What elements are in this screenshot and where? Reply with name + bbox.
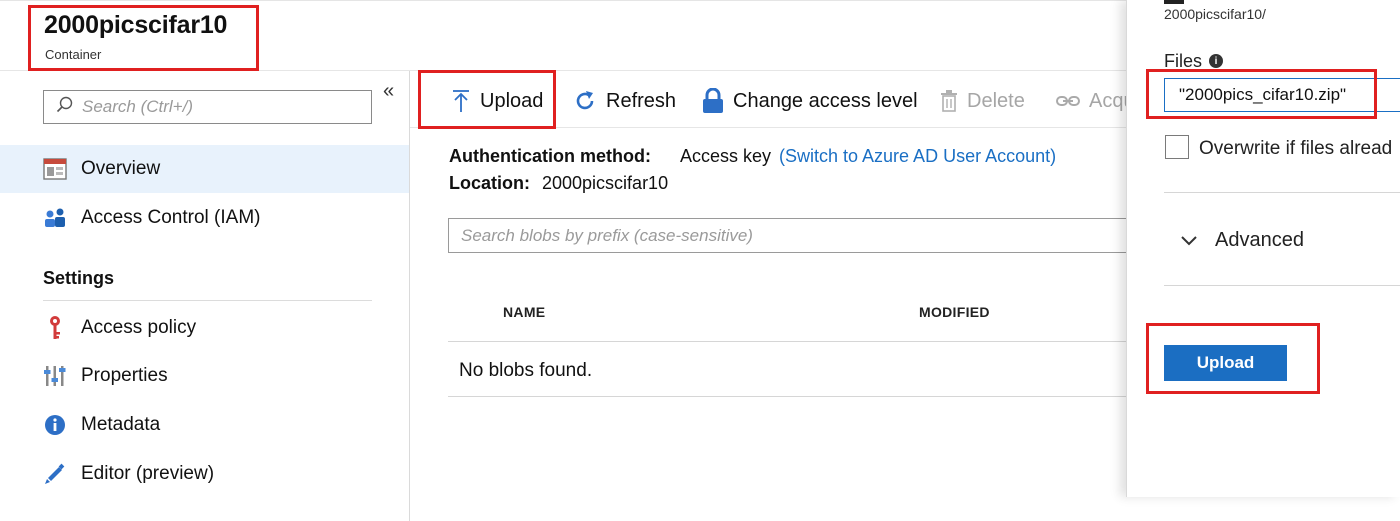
upload-toolbar-label: Upload [480, 89, 544, 112]
pencil-icon [42, 461, 68, 487]
blob-search-input[interactable]: Search blobs by prefix (case-sensitive) [448, 218, 1126, 253]
overwrite-label: Overwrite if files alread [1199, 138, 1393, 159]
refresh-icon [573, 89, 597, 113]
nav-search-input[interactable]: Search (Ctrl+/) [43, 90, 372, 124]
file-picker-input[interactable]: "2000pics_cifar10.zip" [1164, 78, 1400, 112]
nav-item-properties[interactable]: Properties [0, 352, 409, 400]
refresh-button[interactable]: Refresh [573, 84, 676, 118]
page-title: 2000picscifar10 [44, 11, 228, 39]
table-header-divider [448, 341, 1126, 342]
column-header-name[interactable]: NAME [503, 304, 545, 320]
panel-divider [1164, 285, 1400, 286]
trash-icon [940, 90, 958, 112]
nav-item-label: Editor (preview) [81, 463, 215, 484]
panel-divider [1164, 192, 1400, 193]
section-divider [43, 300, 372, 301]
info-icon[interactable]: i [1209, 54, 1223, 68]
refresh-label: Refresh [606, 89, 677, 112]
nav-item-label: Metadata [81, 414, 161, 435]
delete-button[interactable]: Delete [940, 84, 1025, 118]
advanced-label: Advanced [1215, 229, 1304, 251]
lock-icon [702, 88, 724, 114]
nav-search-placeholder: Search (Ctrl+/) [82, 97, 193, 116]
acquire-lease-button[interactable]: Acqu [1056, 84, 1126, 118]
upload-submit-button[interactable]: Upload [1164, 345, 1287, 381]
auth-method-value: Access key [680, 146, 772, 166]
table-row-divider [448, 396, 1126, 397]
top-border [0, 0, 1126, 1]
chevron-down-icon [1181, 235, 1197, 246]
overwrite-checkbox[interactable] [1165, 135, 1189, 159]
change-access-level-button[interactable]: Change access level [702, 84, 918, 118]
panel-path: 2000picscifar10/ [1164, 6, 1266, 22]
settings-section-title: Settings [43, 268, 115, 288]
collapse-nav-button[interactable]: « [383, 80, 394, 103]
column-header-modified[interactable]: MODIFIED [919, 304, 990, 320]
sliders-icon [42, 363, 68, 389]
switch-auth-link[interactable]: (Switch to Azure AD User Account) [779, 146, 1056, 167]
delete-label: Delete [967, 89, 1025, 112]
change-access-label: Change access level [733, 89, 918, 112]
blob-search-placeholder: Search blobs by prefix (case-sensitive) [461, 225, 753, 245]
overview-icon [42, 156, 68, 182]
nav-item-access-control[interactable]: Access Control (IAM) [0, 194, 409, 242]
empty-state-text: No blobs found. [459, 360, 593, 381]
nav-item-editor[interactable]: Editor (preview) [0, 450, 409, 498]
location-label: Location: [449, 173, 530, 193]
nav-item-metadata[interactable]: Metadata [0, 401, 409, 449]
nav-item-label: Access policy [81, 317, 197, 338]
nav-item-overview[interactable]: Overview [0, 145, 409, 193]
upload-toolbar-button[interactable]: Upload [451, 84, 543, 118]
panel-title-fragment [1164, 0, 1184, 4]
people-icon [42, 205, 68, 231]
advanced-expander[interactable]: Advanced [1181, 229, 1304, 252]
auth-method-label: Authentication method: [449, 146, 651, 166]
key-icon [42, 315, 68, 341]
nav-item-label: Overview [81, 158, 161, 179]
location-value: 2000picscifar10 [542, 173, 669, 193]
acquire-lease-label: Acqu [1089, 89, 1126, 112]
toolbar-divider [410, 127, 1126, 128]
search-icon [56, 96, 74, 119]
nav-item-label: Access Control (IAM) [81, 207, 261, 228]
nav-item-label: Properties [81, 365, 168, 386]
nav-item-access-policy[interactable]: Access policy [0, 304, 409, 352]
files-label: Files [1164, 51, 1203, 71]
link-icon [1056, 94, 1080, 108]
page-subtitle: Container [45, 47, 102, 62]
upload-icon [451, 89, 471, 113]
info-icon [42, 412, 68, 438]
